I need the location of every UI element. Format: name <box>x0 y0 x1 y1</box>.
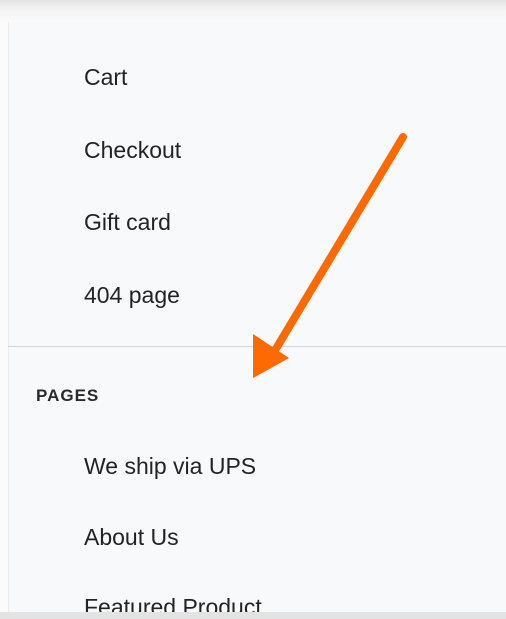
pages-section-heading: PAGES <box>36 386 100 405</box>
menu-item-about-us[interactable]: About Us <box>84 522 384 552</box>
menu-item-gift-card[interactable]: Gift card <box>84 207 384 237</box>
navigation-menu-screenshot: Cart Checkout Gift card 404 page PAGES W… <box>0 0 506 619</box>
bottom-edge-strip <box>0 612 506 619</box>
top-shadow <box>0 0 506 22</box>
menu-item-cart[interactable]: Cart <box>84 62 384 92</box>
menu-item-checkout[interactable]: Checkout <box>84 135 384 165</box>
menu-item-we-ship-via-ups[interactable]: We ship via UPS <box>84 451 384 481</box>
section-divider <box>8 346 506 347</box>
menu-item-404-page[interactable]: 404 page <box>84 280 384 310</box>
